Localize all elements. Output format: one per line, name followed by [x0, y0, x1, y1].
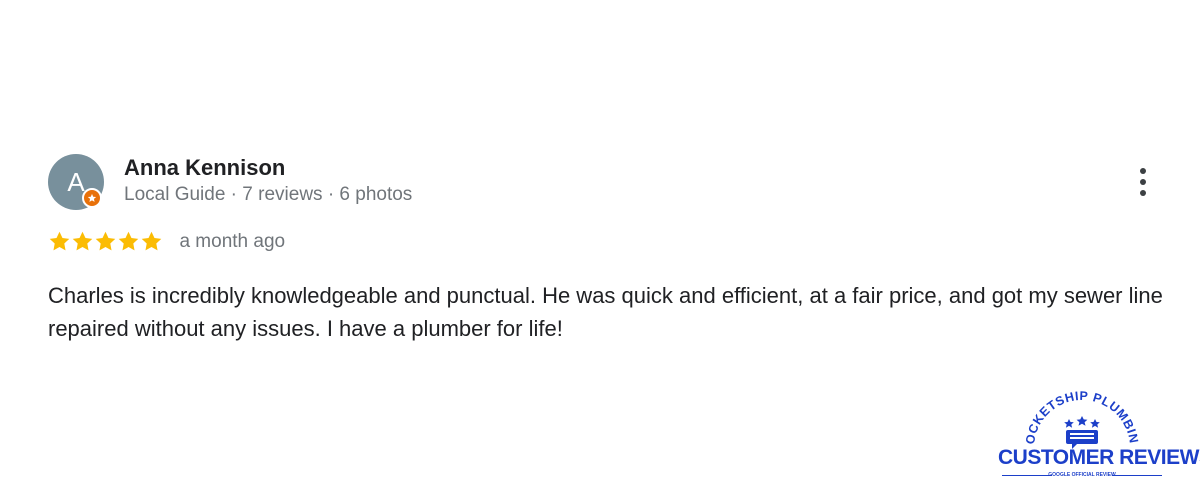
star-icon [141, 231, 162, 251]
brand-rocket-icon [1064, 416, 1100, 449]
star-icon [95, 231, 116, 251]
review-date: a month ago [179, 231, 286, 252]
more-options-button[interactable] [1126, 162, 1160, 202]
review-card: A Anna Kennison Local Guide · 7 reviews … [0, 0, 1200, 500]
avatar-initial: A [67, 167, 85, 197]
star-icon [118, 231, 139, 251]
reviewer-name[interactable]: Anna Kennison [124, 155, 285, 181]
star-icon [49, 231, 70, 251]
brand-arc-graphic: ROCKETSHIP PLUMBING [998, 388, 1140, 449]
review-text: Charles is incredibly knowledgeable and … [48, 283, 1163, 341]
star-rating [48, 230, 163, 254]
rating-row: a month ago [48, 230, 285, 254]
star-icon [72, 231, 93, 251]
local-guide-star-icon [82, 188, 102, 208]
brand-title: CUSTOMER REVIEWS [998, 446, 1200, 469]
brand-logo: ROCKETSHIP PLUMBING CUSTOMER REVIEWS GOO… [998, 388, 1200, 484]
reviewer-meta[interactable]: Local Guide · 7 reviews · 6 photos [124, 184, 412, 206]
brand-divider-right [1112, 475, 1162, 476]
